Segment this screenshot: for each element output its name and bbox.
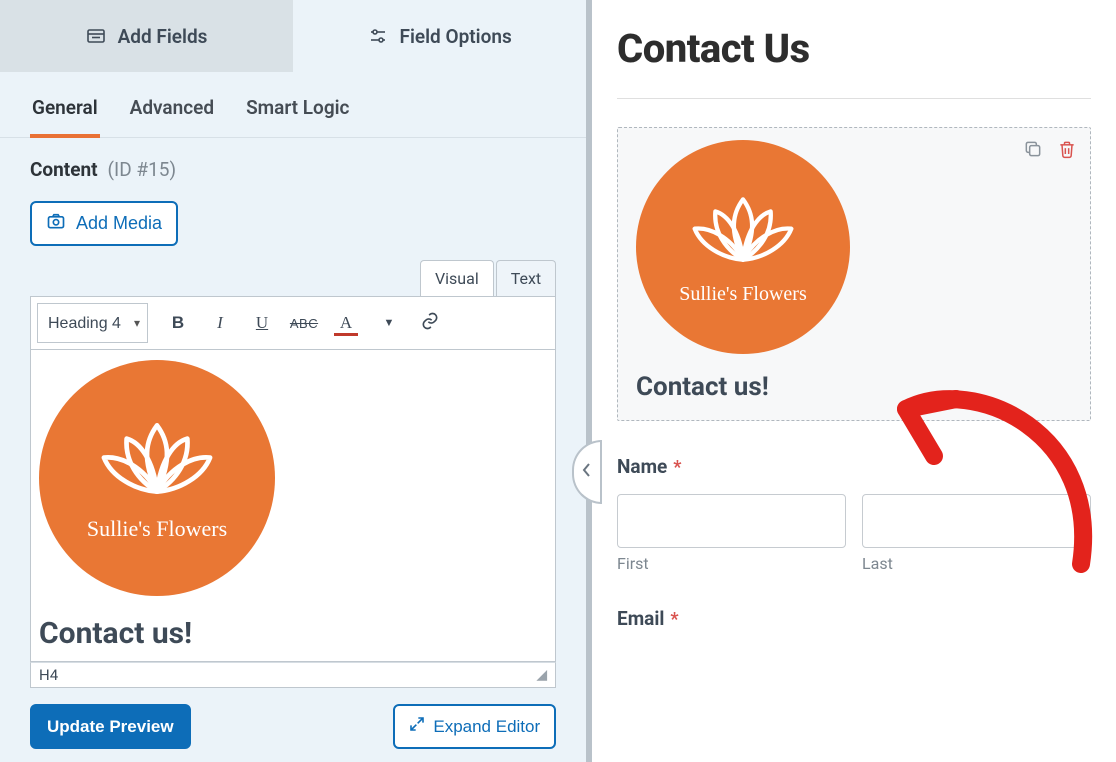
strikethrough-button[interactable]: ABC <box>286 305 322 341</box>
required-star: * <box>670 609 678 630</box>
trash-icon <box>1057 139 1077 163</box>
form-preview: Contact Us <box>592 0 1116 762</box>
editor-element-path: H4 <box>39 666 58 684</box>
delete-block-button[interactable] <box>1054 138 1080 164</box>
expand-editor-label: Expand Editor <box>433 717 540 737</box>
field-options-subtabs: General Advanced Smart Logic <box>0 72 586 138</box>
preview-logo-text: Sullie's Flowers <box>679 283 807 306</box>
editor-status-bar: H4 ◢ <box>30 662 556 688</box>
bold-button[interactable]: B <box>160 305 196 341</box>
format-select[interactable]: Heading 4 <box>37 303 148 343</box>
lotus-icon <box>89 414 225 504</box>
editor-mode-visual[interactable]: Visual <box>420 260 494 296</box>
italic-button[interactable]: I <box>202 305 238 341</box>
first-sublabel: First <box>617 554 846 573</box>
subtab-smart-logic[interactable]: Smart Logic <box>244 90 351 137</box>
panel-divider[interactable] <box>586 0 592 762</box>
underline-button[interactable]: U <box>244 305 280 341</box>
logo-image: Sullie's Flowers <box>39 360 275 596</box>
editor-body[interactable]: Sullie's Flowers Contact us! <box>30 350 556 662</box>
expand-icon <box>409 716 425 737</box>
field-options-panel: Add Fields Field Options General Advance… <box>0 0 586 762</box>
add-media-label: Add Media <box>76 213 162 234</box>
selected-content-block[interactable]: Sullie's Flowers Contact us! <box>617 127 1091 421</box>
editor-heading-text: Contact us! <box>39 616 547 651</box>
camera-icon <box>46 211 66 236</box>
last-sublabel: Last <box>862 554 1091 573</box>
add-media-button[interactable]: Add Media <box>30 201 178 246</box>
preview-logo-image: Sullie's Flowers <box>636 140 850 354</box>
text-color-dropdown[interactable]: ▼ <box>370 305 406 341</box>
text-color-button[interactable]: A <box>328 305 364 341</box>
content-id: (ID #15) <box>108 158 177 181</box>
tab-field-options-label: Field Options <box>400 25 512 48</box>
tab-add-fields-label: Add Fields <box>118 25 208 48</box>
resize-handle[interactable]: ◢ <box>536 668 547 682</box>
first-name-input[interactable] <box>617 494 846 548</box>
link-icon <box>420 311 440 336</box>
subtab-general[interactable]: General <box>30 90 100 137</box>
required-star: * <box>673 457 681 478</box>
content-label: Content <box>30 158 98 181</box>
editor-toolbar: Heading 4 B I U ABC A ▼ <box>30 296 556 350</box>
preview-title: Contact Us <box>617 25 1091 72</box>
update-preview-button[interactable]: Update Preview <box>30 704 191 749</box>
add-fields-icon <box>86 26 106 46</box>
copy-icon <box>1023 139 1043 163</box>
chevron-down-icon: ▼ <box>382 317 395 329</box>
sliders-icon <box>368 26 388 46</box>
email-field-label: Email* <box>617 607 1091 630</box>
preview-divider <box>617 98 1091 99</box>
subtab-advanced[interactable]: Advanced <box>128 90 216 137</box>
lotus-icon <box>681 189 805 271</box>
tab-add-fields[interactable]: Add Fields <box>0 0 293 72</box>
editor-mode-text[interactable]: Text <box>496 260 556 296</box>
duplicate-block-button[interactable] <box>1020 138 1046 164</box>
chevron-left-icon <box>581 462 593 482</box>
name-field-label: Name* <box>617 455 1091 478</box>
insert-link-button[interactable] <box>412 305 448 341</box>
tab-field-options[interactable]: Field Options <box>293 0 586 72</box>
logo-text: Sullie's Flowers <box>87 516 227 542</box>
preview-block-heading: Contact us! <box>636 372 1072 402</box>
last-name-input[interactable] <box>862 494 1091 548</box>
expand-editor-button[interactable]: Expand Editor <box>393 704 556 749</box>
